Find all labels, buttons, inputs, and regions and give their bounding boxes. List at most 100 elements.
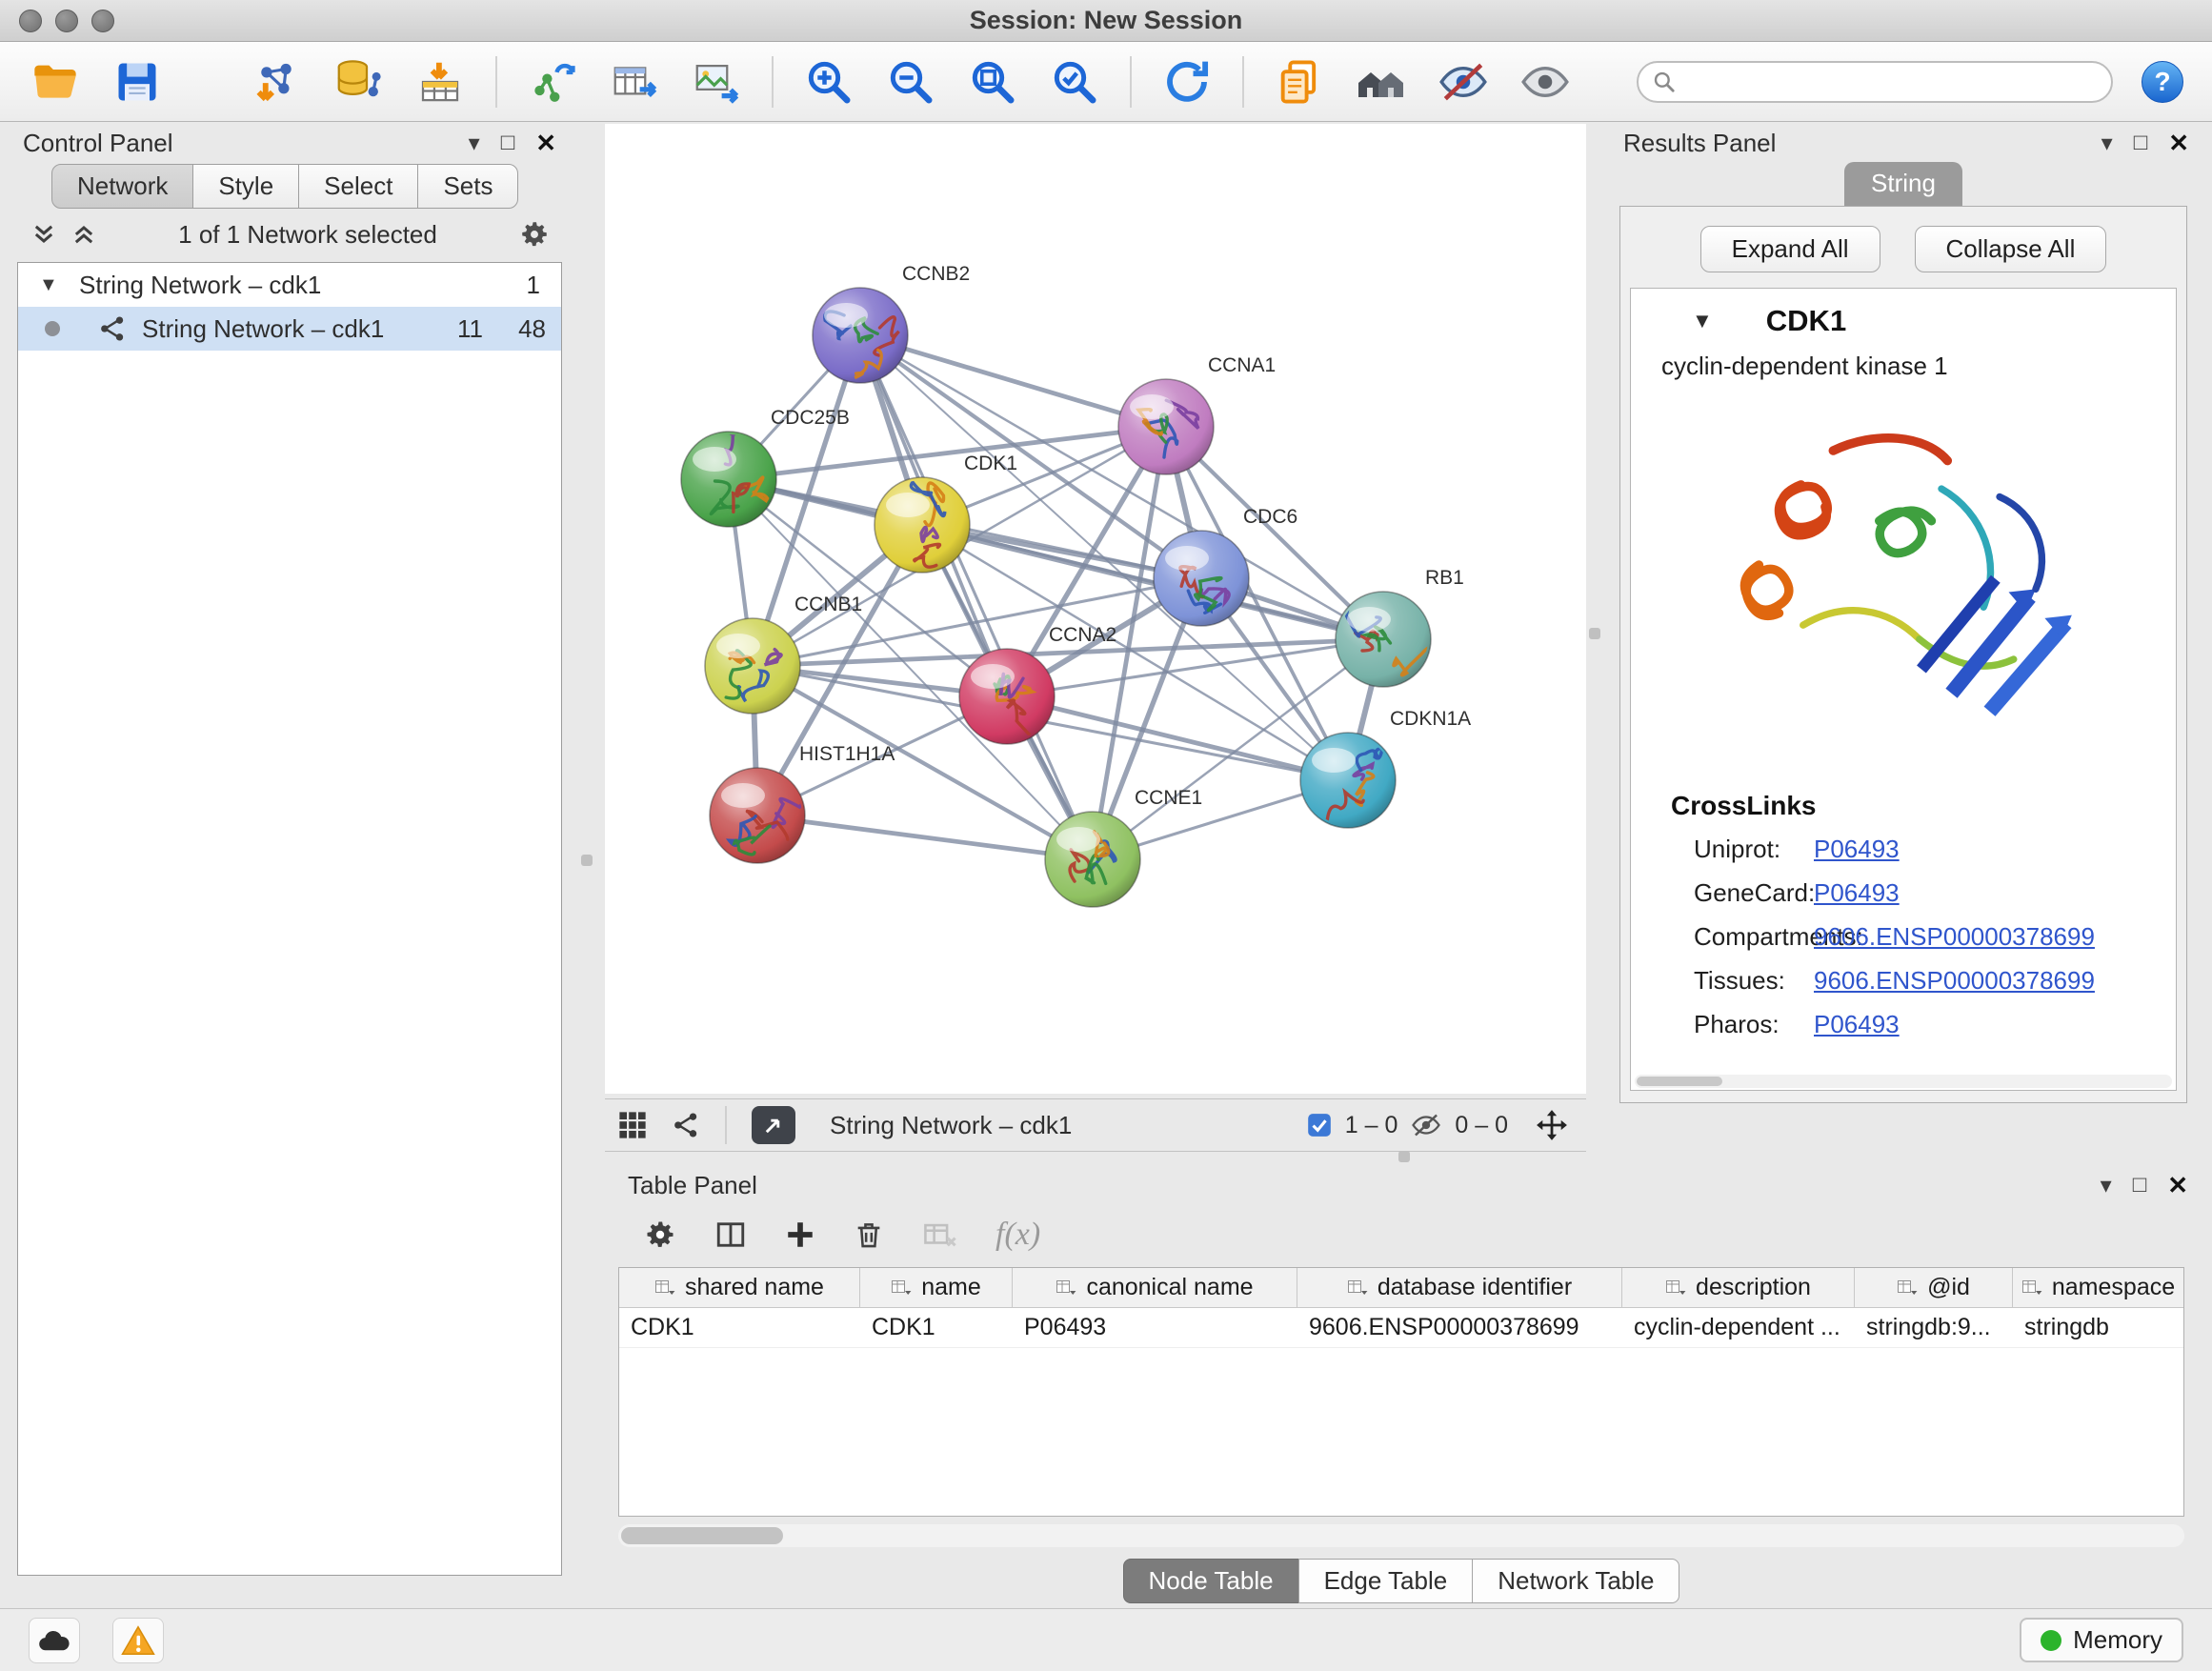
panel-maximize-icon[interactable]: □ xyxy=(2133,1172,2147,1198)
collapse-all-icon[interactable] xyxy=(30,221,57,248)
panel-close-icon[interactable]: ✕ xyxy=(2167,1171,2188,1200)
selected-checkbox-icon[interactable] xyxy=(1307,1113,1332,1137)
tab-network[interactable]: Network xyxy=(51,164,193,209)
node-CDKN1A[interactable]: CDKN1A xyxy=(1300,708,1471,834)
export-table-button[interactable] xyxy=(608,55,661,109)
help-button[interactable]: ? xyxy=(2142,61,2183,103)
tab-select[interactable]: Select xyxy=(298,164,418,209)
import-network-file-button[interactable] xyxy=(250,55,303,109)
hidden-eye-slash-icon[interactable] xyxy=(1411,1112,1441,1138)
tab-string[interactable]: String xyxy=(1844,162,1962,207)
column-header[interactable]: @id xyxy=(1855,1268,2013,1307)
import-table-button[interactable] xyxy=(413,55,467,109)
crosslink-link[interactable]: 9606.ENSP00000378699 xyxy=(1814,922,2095,952)
network-overview-icon[interactable] xyxy=(672,1111,700,1139)
panel-maximize-icon[interactable]: □ xyxy=(2134,130,2148,156)
vertical-splitter-handle[interactable] xyxy=(1589,628,1600,639)
table-horizontal-scrollbar[interactable] xyxy=(618,1524,2184,1547)
table-row[interactable]: CDK1 CDK1 P06493 9606.ENSP00000378699 cy… xyxy=(619,1308,2183,1348)
crosslink-link[interactable]: P06493 xyxy=(1814,878,1900,908)
expand-all-button[interactable]: Expand All xyxy=(1700,226,1880,272)
column-header[interactable]: database identifier xyxy=(1297,1268,1622,1307)
refresh-icon xyxy=(1161,56,1213,108)
minimize-window-button[interactable] xyxy=(55,10,78,32)
node-CCNA1[interactable]: CCNA1 xyxy=(1118,354,1276,474)
column-header[interactable]: name xyxy=(860,1268,1013,1307)
detach-view-button[interactable] xyxy=(752,1106,795,1144)
zoom-window-button[interactable] xyxy=(91,10,114,32)
cell-shared-name[interactable]: CDK1 xyxy=(619,1308,860,1347)
cell-description[interactable]: cyclin-dependent ... xyxy=(1622,1308,1855,1347)
node-table: shared name name canonical name database… xyxy=(618,1267,2184,1517)
edge-HIST1H1A-CCNE1[interactable] xyxy=(757,815,1093,859)
column-header[interactable]: canonical name xyxy=(1013,1268,1297,1307)
cell-canonical-name[interactable]: P06493 xyxy=(1013,1308,1297,1347)
grid-icon[interactable] xyxy=(618,1111,647,1139)
tab-sets[interactable]: Sets xyxy=(417,164,518,209)
zoom-fit-button[interactable] xyxy=(966,55,1019,109)
export-image-button[interactable] xyxy=(690,55,743,109)
table-settings-gear-icon[interactable] xyxy=(643,1218,677,1252)
panel-close-icon[interactable]: ✕ xyxy=(2168,129,2189,158)
results-scrollbar[interactable] xyxy=(1635,1075,2172,1088)
close-window-button[interactable] xyxy=(19,10,42,32)
function-builder-button[interactable]: f(x) xyxy=(995,1217,1040,1253)
node-CDK1[interactable]: CDK1 xyxy=(875,453,1017,573)
trash-icon[interactable] xyxy=(853,1218,885,1251)
panel-menu-icon[interactable]: ▾ xyxy=(2101,130,2113,157)
crosslink-link[interactable]: P06493 xyxy=(1814,835,1900,864)
collapse-all-button[interactable]: Collapse All xyxy=(1915,226,2107,272)
zoom-selected-button[interactable] xyxy=(1048,55,1101,109)
cell-name[interactable]: CDK1 xyxy=(860,1308,1013,1347)
panel-maximize-icon[interactable]: □ xyxy=(501,130,515,156)
node-CCNB1[interactable]: CCNB1 xyxy=(705,594,862,714)
tab-style[interactable]: Style xyxy=(192,164,299,209)
network-collection-row[interactable]: ▼ String Network – cdk1 1 xyxy=(18,263,561,307)
node-HIST1H1A[interactable]: HIST1H1A xyxy=(710,743,895,863)
clipboard-button[interactable] xyxy=(1273,55,1326,109)
home-button[interactable] xyxy=(1355,55,1408,109)
warnings-button[interactable] xyxy=(112,1618,164,1663)
cell-database-identifier[interactable]: 9606.ENSP00000378699 xyxy=(1297,1308,1622,1347)
search-input[interactable] xyxy=(1637,61,2113,103)
vertical-splitter-handle[interactable] xyxy=(581,855,593,866)
network-row[interactable]: String Network – cdk1 11 48 xyxy=(18,307,561,351)
column-header[interactable]: namespace xyxy=(2013,1268,2183,1307)
add-column-plus-icon[interactable] xyxy=(784,1218,816,1251)
expand-all-icon[interactable] xyxy=(70,221,97,248)
tab-network-table[interactable]: Network Table xyxy=(1472,1559,1679,1603)
fit-content-crosshair-icon[interactable] xyxy=(1535,1108,1569,1142)
columns-icon[interactable] xyxy=(714,1218,748,1252)
panel-menu-icon[interactable]: ▾ xyxy=(469,130,480,157)
column-header[interactable]: shared name xyxy=(619,1268,860,1307)
tab-edge-table[interactable]: Edge Table xyxy=(1298,1559,1474,1603)
show-panels-button[interactable] xyxy=(1518,55,1572,109)
import-network-database-button[interactable] xyxy=(332,55,385,109)
panel-close-icon[interactable]: ✕ xyxy=(535,129,556,158)
hide-panels-button[interactable] xyxy=(1437,55,1490,109)
zoom-out-button[interactable] xyxy=(884,55,937,109)
edge-CCNB2-CCNE1[interactable] xyxy=(860,335,1093,859)
zoom-in-button[interactable] xyxy=(802,55,855,109)
cell-namespace[interactable]: stringdb xyxy=(2013,1308,2183,1347)
tab-node-table[interactable]: Node Table xyxy=(1123,1559,1299,1603)
tree-expander-icon[interactable]: ▼ xyxy=(39,274,58,296)
node-CDC6[interactable]: CDC6 xyxy=(1154,506,1297,626)
column-header[interactable]: description xyxy=(1622,1268,1855,1307)
gear-icon[interactable] xyxy=(518,218,551,251)
refresh-button[interactable] xyxy=(1160,55,1214,109)
node-CCNB2[interactable]: CCNB2 xyxy=(813,263,970,383)
memory-button[interactable]: Memory xyxy=(2020,1618,2183,1662)
node-RB1[interactable]: RB1 xyxy=(1336,567,1464,687)
network-canvas[interactable]: CCNB2CCNA1CDC25BCDK1CDC6RB1CCNB1CCNA2CDK… xyxy=(605,124,1586,1094)
network-from-selection-button[interactable] xyxy=(526,55,579,109)
panel-menu-icon[interactable]: ▾ xyxy=(2101,1172,2112,1199)
cell-id[interactable]: stringdb:9... xyxy=(1855,1308,2013,1347)
crosslink-link[interactable]: P06493 xyxy=(1814,1010,1900,1039)
cloud-button[interactable] xyxy=(29,1618,80,1663)
horizontal-splitter-handle[interactable] xyxy=(1398,1151,1410,1162)
open-session-button[interactable] xyxy=(29,55,82,109)
crosslink-link[interactable]: 9606.ENSP00000378699 xyxy=(1814,966,2095,996)
section-collapse-icon[interactable]: ▼ xyxy=(1692,309,1713,333)
save-session-button[interactable] xyxy=(111,55,164,109)
